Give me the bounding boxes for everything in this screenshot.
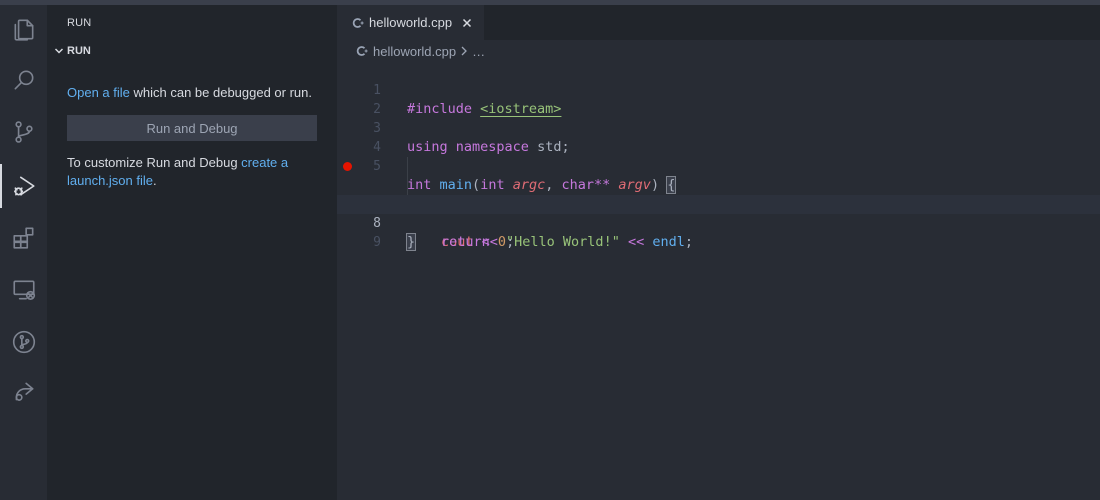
activity-run-debug[interactable]	[0, 161, 47, 211]
chevron-right-icon	[460, 46, 468, 56]
code-line: 4	[337, 119, 1100, 155]
activity-remote-explorer[interactable]	[0, 265, 47, 315]
close-icon[interactable]	[460, 16, 474, 30]
activity-explorer[interactable]	[0, 5, 47, 55]
breadcrumb-file[interactable]: helloworld.cpp	[373, 44, 456, 59]
editor-area: helloworld.cpp helloworld.cpp … 1 #inclu…	[337, 5, 1100, 500]
breakpoint-icon[interactable]	[343, 162, 352, 171]
customize-end: .	[153, 173, 157, 188]
run-section-title: RUN	[67, 45, 91, 57]
customize-paragraph: To customize Run and Debug create a laun…	[67, 154, 317, 190]
open-file-text: which can be debugged or run.	[129, 85, 313, 100]
indent-guide	[407, 157, 408, 176]
open-file-link[interactable]: Open a file	[67, 85, 130, 100]
chevron-down-icon	[51, 43, 67, 59]
git-graph-icon	[12, 330, 35, 354]
activity-git-graph[interactable]	[0, 317, 47, 367]
live-share-icon	[15, 382, 33, 401]
remote-explorer-icon	[12, 280, 35, 301]
breadcrumb: helloworld.cpp …	[337, 40, 1100, 62]
code-line: 5 int main(int argc, char** argv) {	[337, 138, 1100, 194]
code-line: 1 #include <iostream>	[337, 62, 1100, 117]
matching-bracket: }	[405, 233, 417, 251]
open-file-paragraph: Open a file which can be debugged or run…	[67, 84, 317, 102]
tab-helloworld-cpp[interactable]: helloworld.cpp	[337, 5, 484, 40]
run-section-header[interactable]: RUN	[47, 40, 337, 62]
indent-guide	[407, 176, 408, 195]
activity-bar	[0, 5, 47, 500]
customize-text: To customize Run and Debug	[67, 155, 242, 170]
activity-search[interactable]	[0, 55, 47, 105]
code-line: 2	[337, 81, 1100, 117]
code-line: 7 return 0;	[337, 176, 1100, 250]
source-control-icon	[14, 121, 33, 143]
activity-live-share[interactable]	[0, 367, 47, 417]
tab-label: helloworld.cpp	[369, 15, 453, 30]
run-sidebar: RUN RUN Open a file which can be debugge…	[47, 5, 337, 500]
code-line: 6 cout << "Hello World!" << endl;	[337, 157, 1100, 250]
cpp-file-icon	[351, 16, 365, 30]
tab-bar: helloworld.cpp	[337, 5, 1100, 40]
code-editor[interactable]: 1 #include <iostream> 2 3 using namespac…	[337, 62, 1100, 251]
run-section-body: Open a file which can be debugged or run…	[47, 62, 337, 190]
search-icon	[14, 70, 33, 90]
sidebar-header: RUN	[67, 16, 92, 29]
code-line-current: 8 }	[337, 195, 1100, 251]
cpp-file-icon	[355, 44, 369, 58]
activity-extensions[interactable]	[0, 213, 47, 263]
run-and-debug-button[interactable]: Run and Debug	[67, 115, 317, 141]
line-text: return 0;	[441, 234, 515, 250]
extensions-icon	[12, 227, 33, 249]
line-text: }	[405, 233, 417, 252]
line-number: 9	[373, 235, 381, 250]
code-line: 3 using namespace std;	[337, 100, 1100, 155]
files-icon	[14, 19, 33, 41]
code-line: 9	[337, 214, 1100, 250]
run-debug-icon	[13, 176, 35, 196]
activity-source-control[interactable]	[0, 107, 47, 157]
breadcrumb-more[interactable]: …	[472, 44, 485, 59]
